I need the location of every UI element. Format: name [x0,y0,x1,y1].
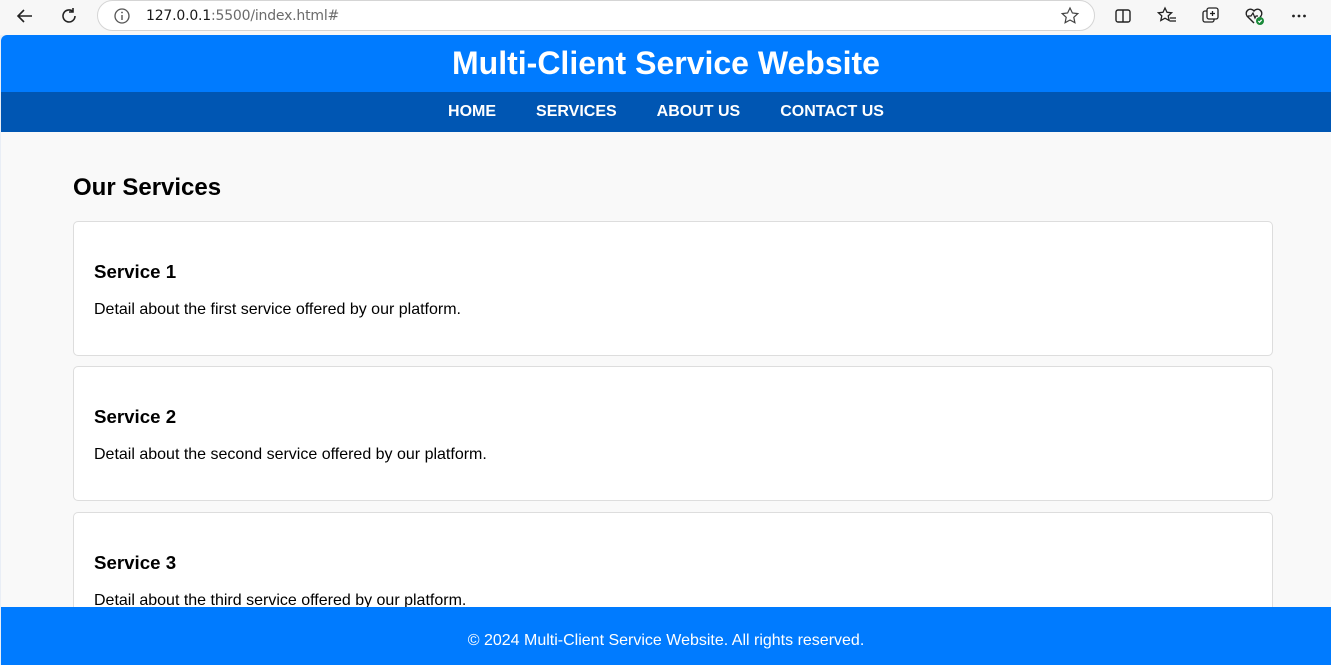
reload-icon[interactable] [55,4,83,28]
site-header: Multi-Client Service Website [1,35,1331,92]
service-title: Service 2 [94,406,177,427]
nav-services[interactable]: SERVICES [536,103,617,121]
url-host: 127.0.0.1 [146,8,211,24]
url-path: :5500/index.html# [211,8,340,24]
more-options-icon[interactable] [1288,5,1310,27]
collections-icon[interactable] [1200,5,1222,27]
service-card: Service 1 Detail about the first service… [73,221,1273,356]
browser-toolbar: 127.0.0.1:5500/index.html# [0,0,1331,35]
nav-home[interactable]: HOME [448,103,496,121]
url-text[interactable]: 127.0.0.1:5500/index.html# [146,8,339,24]
browser-essentials-icon[interactable] [1244,5,1266,27]
main-navigation: HOME SERVICES ABOUT US CONTACT US [1,92,1331,132]
favorites-icon[interactable] [1156,5,1178,27]
site-title: Multi-Client Service Website [452,45,880,81]
service-description: Detail about the first service offered b… [94,301,461,318]
nav-about-us[interactable]: ABOUT US [657,103,741,121]
favorite-star-icon[interactable] [1060,6,1080,26]
section-title: Our Services [73,174,222,201]
split-screen-icon[interactable] [1112,5,1134,27]
service-title: Service 1 [94,261,177,282]
service-description: Detail about the second service offered … [94,446,487,463]
site-info-icon[interactable] [113,7,131,25]
service-title: Service 3 [94,552,177,573]
address-bar[interactable]: 127.0.0.1:5500/index.html# [97,0,1095,31]
footer-copyright: © 2024 Multi-Client Service Website. All… [467,632,865,649]
nav-contact-us[interactable]: CONTACT US [780,103,884,121]
back-arrow-icon[interactable] [11,4,39,28]
site-footer: © 2024 Multi-Client Service Website. All… [1,607,1331,665]
page-viewport: Multi-Client Service Website HOME SERVIC… [1,35,1331,665]
service-card: Service 2 Detail about the second servic… [73,366,1273,501]
